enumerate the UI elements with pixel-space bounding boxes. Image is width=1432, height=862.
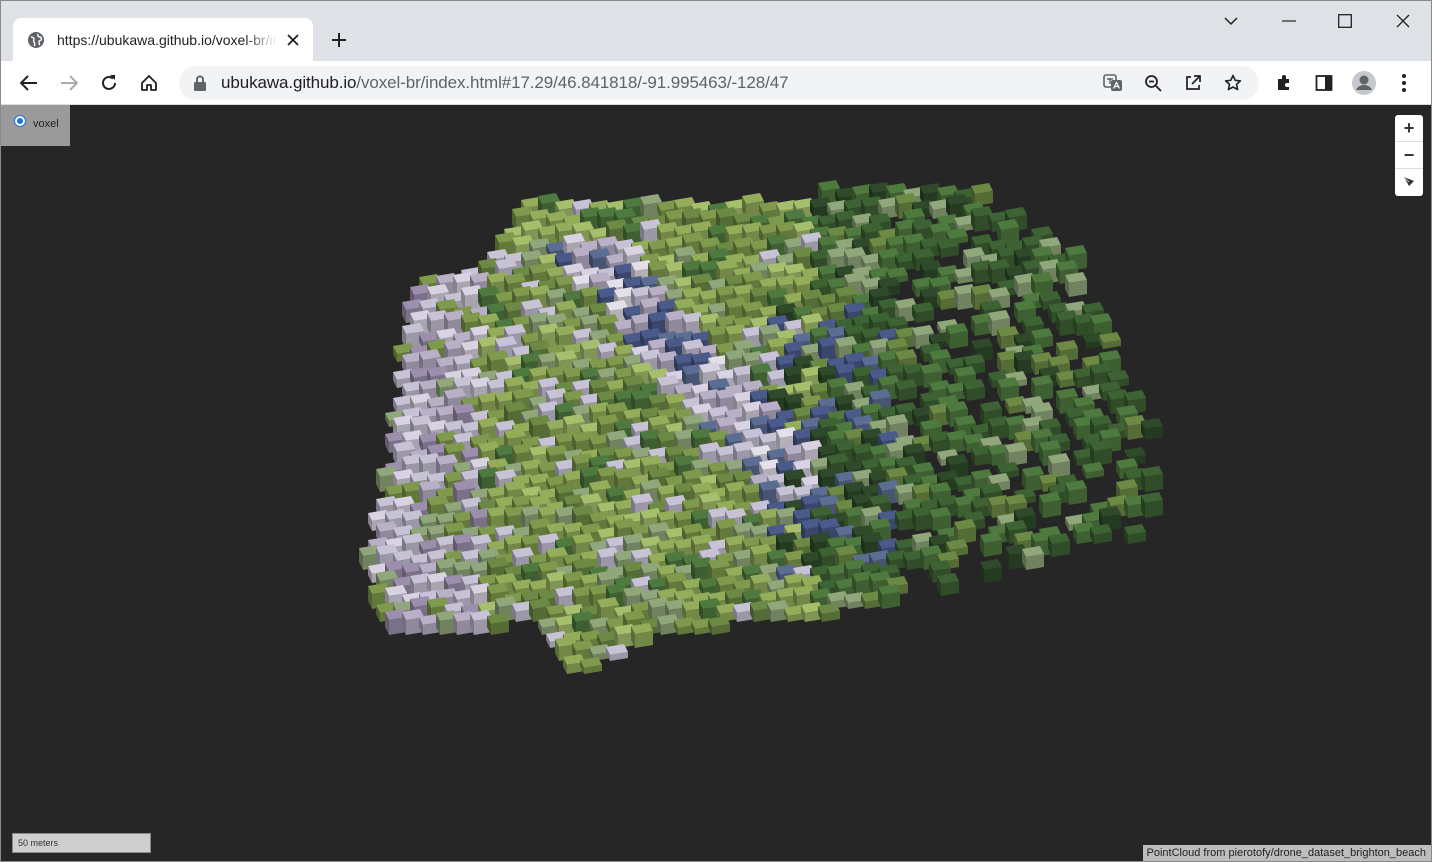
voxel xyxy=(912,302,934,323)
compass-button[interactable] xyxy=(1395,169,1423,196)
attribution: PointCloud from pierotofy/drone_dataset_… xyxy=(1142,845,1431,861)
voxel xyxy=(980,559,1002,583)
share-icon[interactable] xyxy=(1179,69,1207,97)
voxel xyxy=(708,616,730,635)
close-window-icon[interactable] xyxy=(1389,9,1417,33)
voxel xyxy=(818,603,840,622)
compass-icon xyxy=(1402,172,1416,193)
voxel xyxy=(1090,440,1112,466)
voxel-point-cloud xyxy=(359,180,1163,674)
voxel xyxy=(1124,524,1146,544)
voxel xyxy=(878,584,900,609)
voxel xyxy=(946,323,968,349)
address-bar[interactable]: ubukawa.github.io/voxel-br/index.html#17… xyxy=(179,66,1259,100)
globe-icon xyxy=(27,31,45,49)
new-tab-button[interactable] xyxy=(327,28,351,52)
zoom-out-button[interactable]: − xyxy=(1395,142,1423,169)
url-host: ubukawa.github.io xyxy=(221,73,357,92)
voxel xyxy=(1141,466,1163,492)
active-tab[interactable]: https://ubukawa.github.io/voxel-br/index… xyxy=(13,18,313,61)
tab-search-icon[interactable] xyxy=(1217,9,1245,33)
voxel xyxy=(1065,272,1087,297)
zoom-in-button[interactable]: + xyxy=(1395,115,1423,142)
lock-icon[interactable] xyxy=(193,75,209,91)
voxel xyxy=(1048,533,1070,557)
voxel xyxy=(1141,492,1163,518)
menu-icon[interactable] xyxy=(1390,69,1418,97)
zoom-out-icon[interactable] xyxy=(1139,69,1167,97)
layer-label: voxel xyxy=(33,118,59,130)
scale-bar: 50 meters xyxy=(12,833,151,853)
side-panel-icon[interactable] xyxy=(1310,69,1338,97)
maximize-icon[interactable] xyxy=(1331,9,1359,33)
voxel xyxy=(1065,480,1087,505)
voxel xyxy=(580,657,602,674)
browser-window: https://ubukawa.github.io/voxel-br/index… xyxy=(0,0,1432,862)
voxel xyxy=(937,573,959,596)
forward-icon[interactable] xyxy=(55,69,83,97)
voxel xyxy=(1090,313,1112,336)
map-canvas[interactable]: voxel + − 50 meters PointCloud from pier… xyxy=(1,105,1431,861)
reload-icon[interactable] xyxy=(95,69,123,97)
translate-icon[interactable] xyxy=(1099,69,1127,97)
voxel xyxy=(937,238,959,258)
voxel xyxy=(1090,524,1112,544)
voxel xyxy=(971,183,993,206)
minimize-icon[interactable] xyxy=(1275,9,1303,33)
url-path: /voxel-br/index.html#17.29/46.841818/-91… xyxy=(356,73,789,92)
tab-title: https://ubukawa.github.io/voxel-br/index… xyxy=(57,31,277,48)
voxel xyxy=(631,623,653,648)
url-text: ubukawa.github.io/voxel-br/index.html#17… xyxy=(221,73,789,93)
home-icon[interactable] xyxy=(135,69,163,97)
voxel xyxy=(606,644,628,661)
tab-strip: https://ubukawa.github.io/voxel-br/index… xyxy=(1,1,1431,61)
back-icon[interactable] xyxy=(15,69,43,97)
layer-radio-button[interactable] xyxy=(15,116,25,126)
voxel xyxy=(929,507,951,531)
voxel xyxy=(1082,462,1104,479)
extensions-icon[interactable] xyxy=(1270,69,1298,97)
browser-toolbar: ubukawa.github.io/voxel-br/index.html#17… xyxy=(1,61,1431,105)
layer-switcher[interactable]: voxel xyxy=(1,105,70,146)
voxel xyxy=(980,532,1002,557)
voxel xyxy=(1039,492,1061,518)
close-tab-icon[interactable] xyxy=(283,30,303,50)
voxel xyxy=(963,379,985,401)
voxel xyxy=(1141,418,1163,440)
voxel xyxy=(487,613,509,635)
voxel xyxy=(1005,442,1027,466)
voxel xyxy=(1022,546,1044,570)
voxel xyxy=(895,379,917,401)
star-icon[interactable] xyxy=(1219,69,1247,97)
voxel xyxy=(1099,332,1121,349)
profile-icon[interactable] xyxy=(1350,69,1378,97)
navigation-control: + − xyxy=(1395,115,1423,196)
